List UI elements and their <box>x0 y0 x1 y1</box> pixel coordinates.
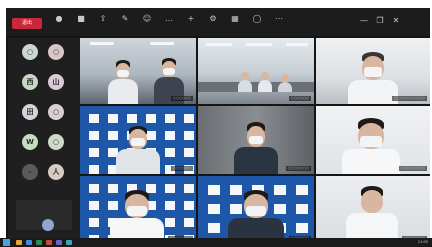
close-icon[interactable]: ✕ <box>390 16 402 26</box>
record-icon: ◯ <box>252 14 262 23</box>
more-button[interactable]: … <box>160 14 178 34</box>
participant-avatar[interactable]: – <box>22 164 38 180</box>
taskbar: 11:05 <box>0 238 432 247</box>
video-tile[interactable]: ○○○○○○ <box>198 38 314 104</box>
video-conference-window: 退出 ● ■ ⇧ ✎ ☺… + ⚙ ▦ ◯ ⋯ — ❐ ✕ ○ ○ 西山田 ○ W ○ – 人 <box>6 8 430 244</box>
share-icon: ⇧ <box>99 14 107 23</box>
participant-name: ○○○○○○ <box>170 166 193 171</box>
meeting-toolbar: 退出 ● ■ ⇧ ✎ ☺ … + ⚙ ▦ ◯ ⋯ — ❐ ✕ <box>6 8 430 36</box>
participant-avatar[interactable]: ○ <box>48 134 64 150</box>
taskbar-app-icon[interactable] <box>56 240 62 245</box>
participant-name: ○○○○○○○○○○ <box>392 96 427 101</box>
participant-avatar[interactable]: W <box>22 134 38 150</box>
participants-icon: ☺ <box>142 14 152 23</box>
video-tile[interactable]: ○○○○○○○ <box>316 176 430 244</box>
minimize-icon[interactable]: — <box>358 16 370 26</box>
participants-button[interactable]: ☺ <box>138 14 156 34</box>
video-icon: ■ <box>77 14 85 23</box>
options-icon: ⋯ <box>275 14 283 23</box>
record-button[interactable]: ◯ <box>248 14 266 34</box>
taskbar-app-icon[interactable] <box>16 240 22 245</box>
participant-name: ○○○○○○ <box>288 96 311 101</box>
participant-avatar[interactable]: 西 <box>22 74 38 90</box>
settings-button[interactable]: ⚙ <box>204 14 222 34</box>
participant-name: ○○○○○○ <box>170 96 193 101</box>
mic-button[interactable]: ● <box>50 14 68 34</box>
leave-meeting-button[interactable]: 退出 <box>12 18 42 29</box>
add-button[interactable]: + <box>182 14 200 34</box>
participant-avatar[interactable]: 田 <box>22 104 38 120</box>
video-tile[interactable]: ○○○○○○ <box>198 176 314 244</box>
participant-avatar[interactable]: 人 <box>48 164 64 180</box>
share-button[interactable]: ⇧ <box>94 14 112 34</box>
layout-icon: ▦ <box>231 14 239 23</box>
taskbar-app-icon[interactable] <box>66 240 72 245</box>
more-icon: … <box>165 14 173 23</box>
chat-button[interactable]: ✎ <box>116 14 134 34</box>
participant-name: ○○○○○○○ <box>285 166 311 171</box>
taskbar-clock: 11:05 <box>417 240 428 244</box>
participant-avatar[interactable]: 山 <box>48 74 64 90</box>
layout-button[interactable]: ▦ <box>226 14 244 34</box>
video-grid: ○○○○○○ ○○○○○○ ○○○○○○○○○○ ○○○○○○ ○○○○○○○ … <box>80 38 430 244</box>
add-icon: + <box>187 14 195 23</box>
taskbar-app-icon[interactable] <box>36 240 42 245</box>
chat-icon: ✎ <box>121 14 129 23</box>
windows-start-icon[interactable] <box>3 239 10 246</box>
restore-icon[interactable]: ❐ <box>374 16 386 26</box>
participant-avatar[interactable]: ○ <box>48 104 64 120</box>
participant-avatar[interactable]: ○ <box>48 44 64 60</box>
video-button[interactable]: ■ <box>72 14 90 34</box>
participant-panel: ○ ○ 西山田 ○ W ○ – 人 <box>8 38 80 238</box>
self-avatar[interactable] <box>42 219 54 231</box>
video-tile[interactable]: ○○○○○○ <box>80 38 196 104</box>
video-tile[interactable]: ○○○○○○ <box>80 106 196 174</box>
taskbar-app-icon[interactable] <box>46 240 52 245</box>
taskbar-app-icon[interactable] <box>26 240 32 245</box>
settings-icon: ⚙ <box>209 14 217 23</box>
video-tile[interactable]: ○○○○○○○○ <box>316 106 430 174</box>
mic-icon: ● <box>55 14 63 23</box>
video-tile[interactable]: ○○○○○○○○○○ <box>316 38 430 104</box>
participant-avatar[interactable]: ○ <box>22 44 38 60</box>
video-tile[interactable]: ○○○○○○○ <box>80 176 196 244</box>
video-tile[interactable]: ○○○○○○○ <box>198 106 314 174</box>
participant-name: ○○○○○○○○ <box>398 166 427 171</box>
options-button[interactable]: ⋯ <box>270 14 288 34</box>
